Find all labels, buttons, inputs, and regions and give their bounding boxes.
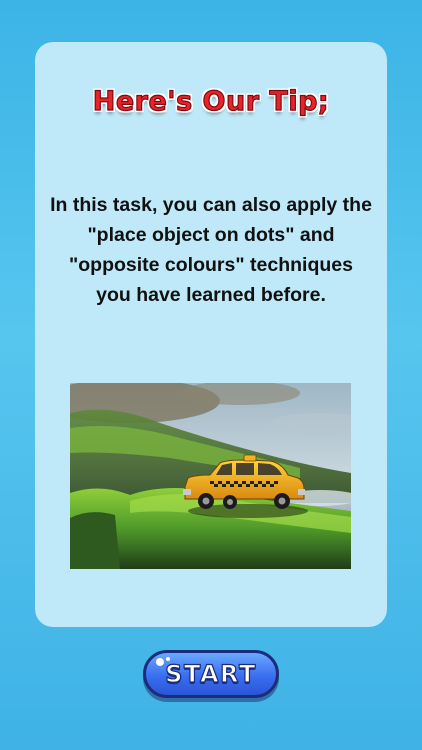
- start-button[interactable]: START: [143, 650, 279, 698]
- tip-text: In this task, you can also apply the "pl…: [50, 194, 372, 306]
- start-button-label: START: [165, 659, 257, 688]
- tip-title: Here's Our Tip;: [92, 85, 330, 117]
- example-photo: [70, 383, 351, 569]
